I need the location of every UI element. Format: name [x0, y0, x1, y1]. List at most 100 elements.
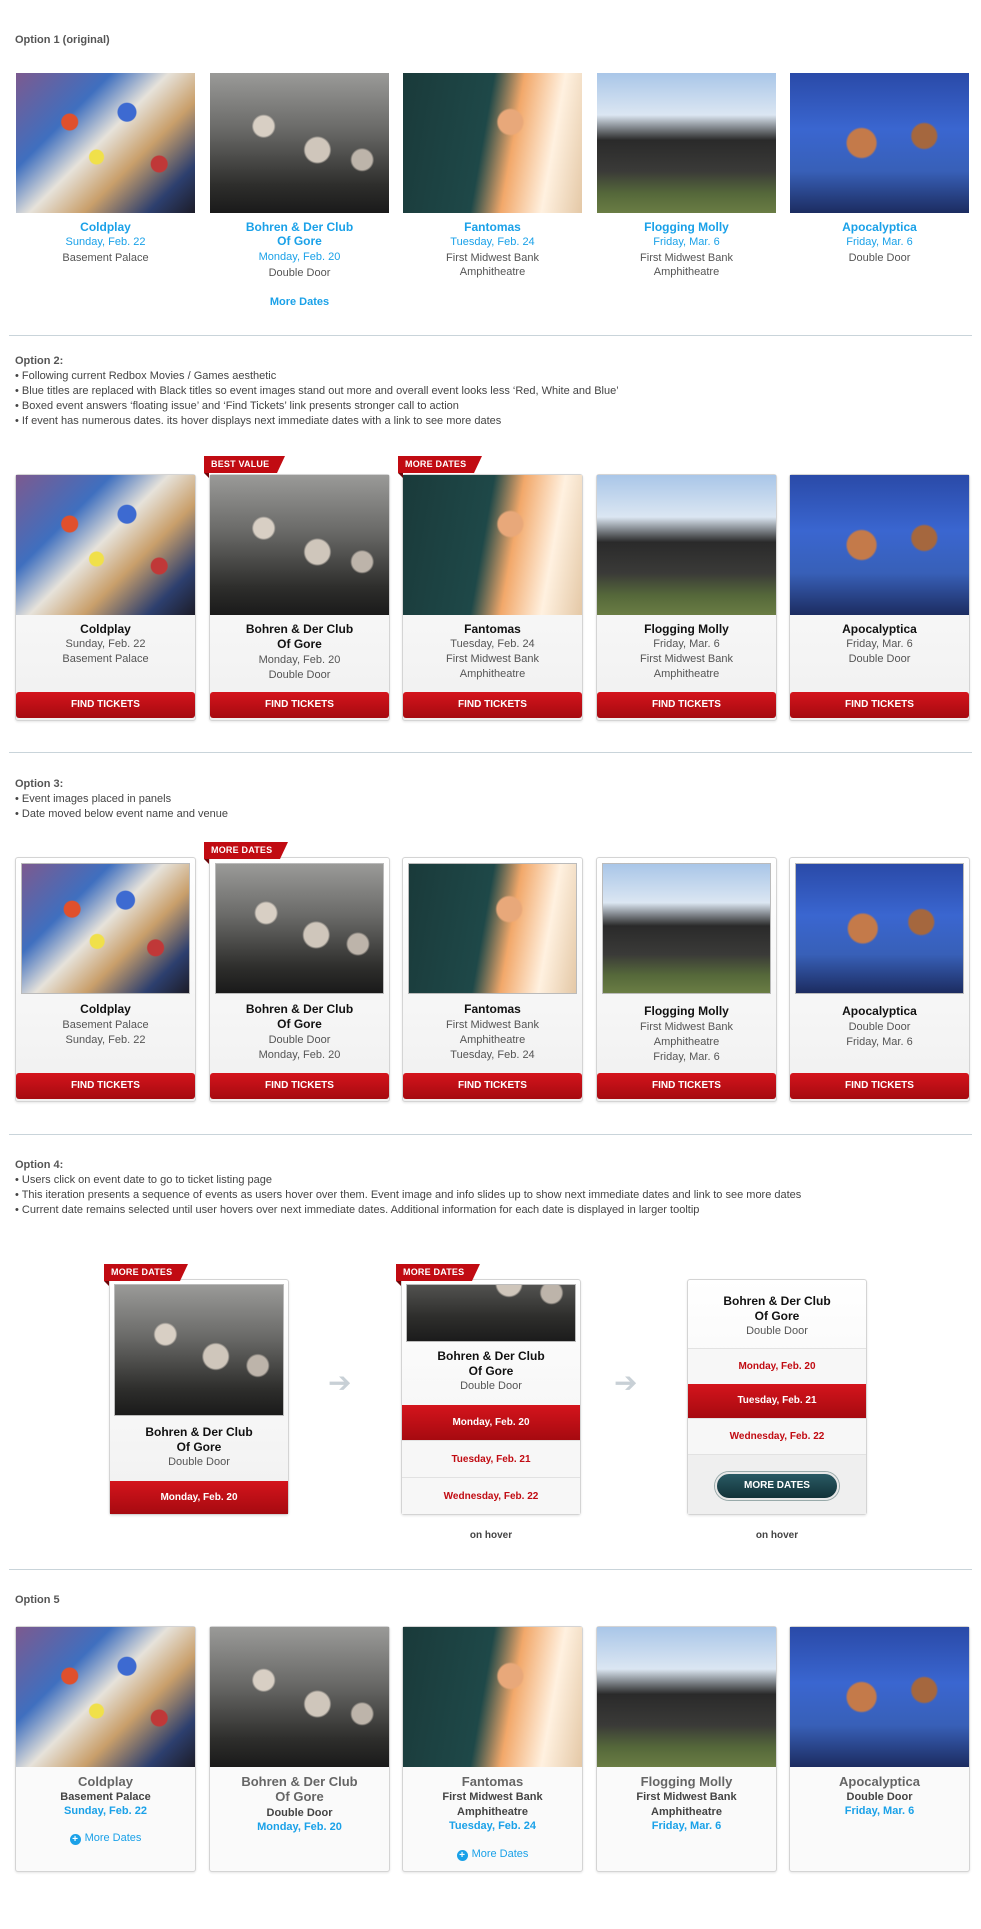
- event-name-line2[interactable]: Of Gore: [210, 637, 389, 651]
- event-name[interactable]: Coldplay: [16, 1002, 195, 1016]
- note: • Following current Redbox Movies / Game…: [15, 370, 277, 382]
- event-name[interactable]: Fantomas: [403, 1002, 582, 1016]
- date-option-selected[interactable]: Monday, Feb. 20: [110, 1481, 288, 1514]
- event-name[interactable]: Coldplay: [16, 622, 195, 636]
- find-tickets-button[interactable]: FIND TICKETS: [597, 1073, 776, 1099]
- date-option-selected[interactable]: Tuesday, Feb. 21: [688, 1384, 866, 1418]
- event-name[interactable]: Fantomas: [403, 1774, 582, 1789]
- more-dates-label[interactable]: More Dates: [85, 1832, 142, 1844]
- coldplay-photo[interactable]: [16, 475, 195, 615]
- event-name-line1[interactable]: Bohren & Der Club: [210, 622, 389, 636]
- event-venue: Double Door: [266, 1807, 333, 1819]
- event-name[interactable]: Fantomas: [403, 622, 582, 636]
- option1-title: Option 1 (original): [15, 34, 110, 46]
- bohren-photo[interactable]: [215, 863, 384, 994]
- event-name[interactable]: Coldplay: [16, 220, 195, 234]
- find-tickets-button[interactable]: FIND TICKETS: [597, 692, 776, 718]
- bohren-photo[interactable]: [210, 1627, 389, 1767]
- find-tickets-button[interactable]: FIND TICKETS: [790, 692, 969, 718]
- event-name-line1[interactable]: Bohren & Der Club: [210, 1774, 389, 1789]
- bohren-photo[interactable]: [210, 475, 389, 615]
- find-tickets-button[interactable]: FIND TICKETS: [790, 1073, 969, 1099]
- event-name-line1[interactable]: Bohren & Der Club: [402, 1349, 580, 1363]
- date-option[interactable]: Wednesday, Feb. 22: [688, 1418, 866, 1454]
- event-venue: Double Door: [460, 1380, 522, 1392]
- find-tickets-button[interactable]: FIND TICKETS: [403, 1073, 582, 1099]
- more-dates-ribbon[interactable]: MORE DATES: [204, 842, 289, 864]
- plus-circle-icon: +: [69, 1834, 81, 1845]
- event-venue: Double Door: [268, 1034, 331, 1046]
- event-name-line2[interactable]: Of Gore: [210, 1789, 389, 1804]
- apocalyptica-photo[interactable]: [795, 863, 964, 994]
- event-date[interactable]: Friday, Mar. 6: [790, 1805, 969, 1817]
- event-name-line1[interactable]: Bohren & Der Club: [210, 1002, 389, 1016]
- date-option[interactable]: Wednesday, Feb. 22: [402, 1477, 580, 1514]
- event-name[interactable]: Flogging Molly: [597, 1004, 776, 1018]
- find-tickets-button[interactable]: FIND TICKETS: [16, 692, 195, 718]
- fantomas-photo[interactable]: [408, 863, 577, 994]
- bohren-photo[interactable]: [210, 73, 389, 213]
- event-name-line2[interactable]: Of Gore: [688, 1309, 866, 1323]
- date-option[interactable]: Tuesday, Feb. 21: [402, 1440, 580, 1477]
- bohren-photo[interactable]: [114, 1284, 284, 1416]
- more-dates-link[interactable]: More Dates: [210, 296, 389, 308]
- date-option-selected[interactable]: Monday, Feb. 20: [402, 1405, 580, 1440]
- flogging-molly-photo[interactable]: [602, 863, 771, 994]
- bohren-photo[interactable]: [406, 1284, 576, 1342]
- more-dates-label[interactable]: More Dates: [472, 1848, 529, 1860]
- event-name[interactable]: Apocalyptica: [790, 1774, 969, 1789]
- divider: [9, 752, 972, 753]
- find-tickets-button[interactable]: FIND TICKETS: [16, 1073, 195, 1099]
- event-name[interactable]: Apocalyptica: [790, 1004, 969, 1018]
- event-name-line2[interactable]: Of Gore: [402, 1364, 580, 1378]
- event-name-line2[interactable]: Of Gore: [110, 1440, 288, 1454]
- coldplay-photo[interactable]: [21, 863, 190, 994]
- event-name[interactable]: Flogging Molly: [597, 622, 776, 636]
- on-hover-caption: on hover: [755, 1530, 799, 1541]
- event-venue-line2: Amphitheatre: [459, 266, 526, 278]
- find-tickets-button[interactable]: FIND TICKETS: [210, 1073, 389, 1099]
- event-date[interactable]: Sunday, Feb. 22: [16, 1805, 195, 1817]
- more-dates-ribbon[interactable]: MORE DATES: [396, 1264, 481, 1286]
- more-dates-link[interactable]: + More Dates: [403, 1848, 582, 1861]
- find-tickets-button[interactable]: FIND TICKETS: [210, 692, 389, 718]
- apocalyptica-photo[interactable]: [790, 1627, 969, 1767]
- fantomas-photo[interactable]: [403, 1627, 582, 1767]
- event-date[interactable]: Friday, Mar. 6: [597, 1820, 776, 1832]
- more-dates-link[interactable]: + More Dates: [16, 1832, 195, 1845]
- coldplay-photo[interactable]: [16, 73, 195, 213]
- event-name[interactable]: Flogging Molly: [597, 1774, 776, 1789]
- flogging-molly-photo[interactable]: [597, 1627, 776, 1767]
- event-name[interactable]: Apocalyptica: [790, 622, 969, 636]
- more-dates-ribbon[interactable]: MORE DATES: [104, 1264, 189, 1286]
- fantomas-photo[interactable]: [403, 73, 582, 213]
- flogging-molly-photo[interactable]: [597, 73, 776, 213]
- event-venue-line2: Amphitheatre: [653, 668, 720, 680]
- event-name-line1[interactable]: Bohren & Der Club: [110, 1425, 288, 1439]
- event-date[interactable]: Tuesday, Feb. 24: [403, 1820, 582, 1832]
- event-venue: Double Door: [168, 1456, 230, 1468]
- event-name[interactable]: Flogging Molly: [597, 220, 776, 234]
- more-dates-button[interactable]: MORE DATES: [715, 1472, 839, 1500]
- event-name[interactable]: Apocalyptica: [790, 220, 969, 234]
- option3-title: Option 3:: [15, 778, 64, 790]
- event-date[interactable]: Monday, Feb. 20: [210, 1821, 389, 1833]
- fantomas-photo[interactable]: [403, 475, 582, 615]
- apocalyptica-photo[interactable]: [790, 73, 969, 213]
- more-dates-ribbon[interactable]: MORE DATES: [398, 456, 483, 478]
- event-name[interactable]: Coldplay: [16, 1774, 195, 1789]
- option5-title: Option 5: [15, 1594, 60, 1606]
- event-venue: Double Door: [848, 252, 911, 264]
- coldplay-photo[interactable]: [16, 1627, 195, 1767]
- find-tickets-button[interactable]: FIND TICKETS: [403, 692, 582, 718]
- event-name-line2[interactable]: Of Gore: [210, 1017, 389, 1031]
- apocalyptica-photo[interactable]: [790, 475, 969, 615]
- event-name-line1[interactable]: Bohren & Der Club: [688, 1294, 866, 1308]
- option4-title: Option 4:: [15, 1159, 64, 1171]
- event-name-line2[interactable]: Of Gore: [210, 234, 389, 248]
- event-name[interactable]: Fantomas: [403, 220, 582, 234]
- date-option[interactable]: Monday, Feb. 20: [688, 1348, 866, 1384]
- event-name-line1[interactable]: Bohren & Der Club: [210, 220, 389, 234]
- flogging-molly-photo[interactable]: [597, 475, 776, 615]
- event-venue-line1: First Midwest Bank: [442, 1791, 543, 1803]
